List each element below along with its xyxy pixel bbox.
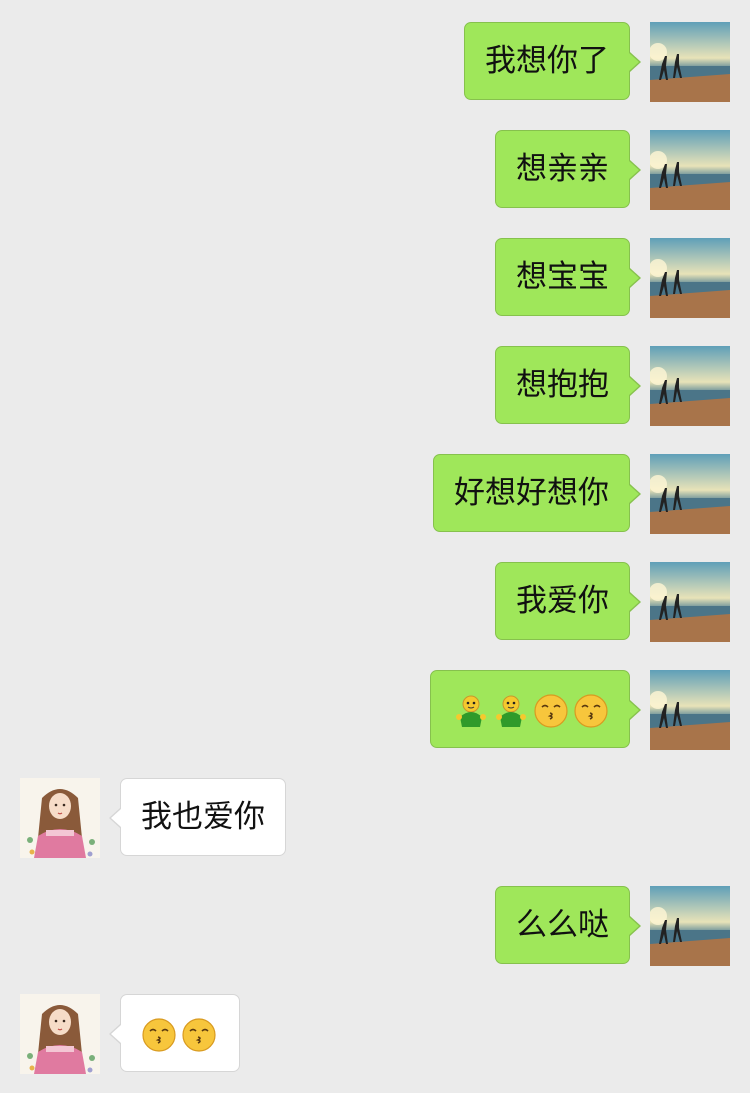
my-avatar[interactable]	[650, 886, 730, 966]
message-row	[0, 994, 750, 1076]
message-row: 我想你了	[0, 22, 750, 104]
message-bubble[interactable]: 想亲亲	[495, 130, 641, 208]
beach-photo-icon	[650, 454, 730, 534]
illustrated-girl-icon	[20, 994, 100, 1074]
illustrated-girl-icon	[20, 778, 100, 858]
contact-avatar[interactable]	[20, 994, 100, 1074]
my-avatar[interactable]	[650, 22, 730, 102]
beach-photo-icon	[650, 238, 730, 318]
message-row: 想亲亲	[0, 130, 750, 212]
message-bubble[interactable]: 好想好想你	[433, 454, 641, 532]
green-figure-icon	[453, 693, 489, 729]
message-bubble[interactable]: 我爱你	[495, 562, 641, 640]
message-row: 好想好想你	[0, 454, 750, 536]
message-bubble[interactable]: 我也爱你	[109, 778, 286, 856]
message-bubble[interactable]: 想宝宝	[495, 238, 641, 316]
message-bubble[interactable]: 我想你了	[464, 22, 641, 100]
kissing-face-icon	[573, 693, 609, 729]
contact-avatar[interactable]	[20, 778, 100, 858]
message-row: 么么哒	[0, 886, 750, 968]
my-avatar[interactable]	[650, 238, 730, 318]
my-avatar[interactable]	[650, 562, 730, 642]
my-avatar[interactable]	[650, 346, 730, 426]
message-row: 想宝宝	[0, 238, 750, 320]
beach-photo-icon	[650, 670, 730, 750]
emoji-message-bubble[interactable]	[109, 994, 240, 1072]
kissing-face-icon	[181, 1017, 217, 1053]
kissing-face-icon	[141, 1017, 177, 1053]
message-row: 想抱抱	[0, 346, 750, 428]
my-avatar[interactable]	[650, 130, 730, 210]
message-row: 我爱你	[0, 562, 750, 644]
green-figure-icon	[493, 693, 529, 729]
message-row	[0, 670, 750, 752]
my-avatar[interactable]	[650, 670, 730, 750]
kissing-face-icon	[533, 693, 569, 729]
emoji-message-bubble[interactable]	[430, 670, 641, 748]
message-bubble[interactable]: 么么哒	[495, 886, 641, 964]
message-row: 我也爱你	[0, 778, 750, 860]
message-bubble[interactable]: 想抱抱	[495, 346, 641, 424]
beach-photo-icon	[650, 22, 730, 102]
chat-message-list[interactable]: 我想你了 想亲亲 想宝宝 想抱抱 好想好想你 我爱你 我也爱你 么么哒	[0, 0, 750, 1093]
beach-photo-icon	[650, 562, 730, 642]
beach-photo-icon	[650, 886, 730, 966]
my-avatar[interactable]	[650, 454, 730, 534]
beach-photo-icon	[650, 130, 730, 210]
beach-photo-icon	[650, 346, 730, 426]
